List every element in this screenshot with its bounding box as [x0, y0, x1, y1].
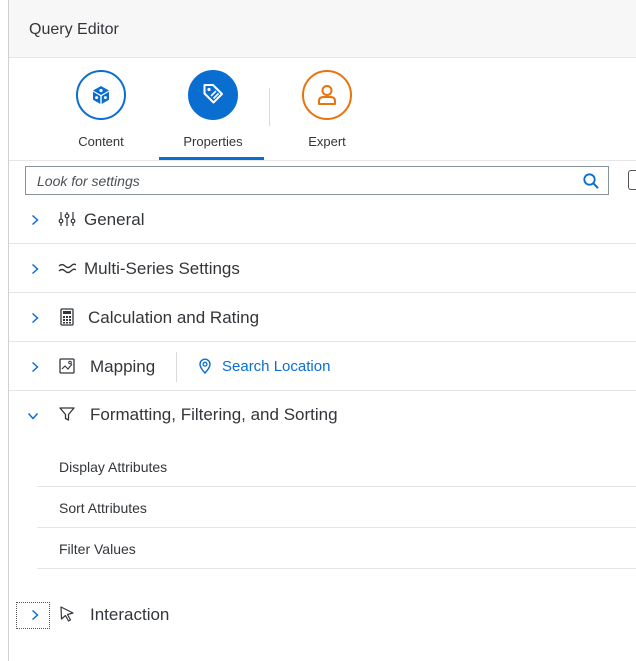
tab-properties-label: Properties — [183, 134, 243, 149]
sort-attributes-label: Sort Attributes — [59, 500, 147, 516]
cube-icon — [76, 70, 126, 120]
mapping-separator — [176, 352, 177, 382]
chevron-right-icon — [31, 263, 39, 275]
section-general-title: General — [84, 210, 145, 229]
subsection-sort-attributes[interactable]: Sort Attributes — [37, 488, 636, 528]
settings-search — [25, 166, 609, 195]
section-interaction[interactable]: Interaction — [9, 591, 636, 639]
search-location-link[interactable]: Search Location — [222, 358, 330, 375]
tab-content-label: Content — [78, 134, 124, 149]
map-icon — [59, 358, 75, 374]
tag-icon — [188, 70, 238, 120]
tab-properties[interactable]: Properties — [161, 70, 265, 149]
chevron-right-icon — [31, 361, 39, 373]
section-formatting[interactable]: Formatting, Filtering, and Sorting — [9, 391, 636, 439]
section-multi-series-title: Multi-Series Settings — [84, 259, 240, 278]
section-interaction-title: Interaction — [90, 605, 170, 624]
chevron-right-icon — [31, 312, 39, 324]
tabs-separator — [9, 160, 636, 161]
subsection-display-attributes[interactable]: Display Attributes — [37, 447, 636, 487]
section-mapping[interactable]: Mapping Search Location — [9, 343, 636, 391]
search-input[interactable] — [27, 168, 567, 193]
chevron-down-icon — [27, 412, 39, 420]
section-formatting-title: Formatting, Filtering, and Sorting — [90, 405, 338, 424]
location-pin-icon — [199, 358, 211, 374]
chevron-right-icon — [31, 609, 39, 621]
section-multi-series[interactable]: Multi-Series Settings — [9, 245, 636, 293]
tab-content[interactable]: Content — [49, 70, 153, 149]
section-mapping-title: Mapping — [90, 357, 156, 376]
page-title: Query Editor — [29, 21, 119, 38]
panel-header: Query Editor — [9, 0, 636, 58]
sliders-icon — [58, 212, 76, 226]
chevron-right-icon — [31, 214, 39, 226]
mode-tabs: Content Properties Expert — [9, 58, 636, 160]
tab-expert-label: Expert — [308, 134, 346, 149]
search-icon[interactable] — [582, 172, 600, 190]
display-attributes-label: Display Attributes — [59, 459, 168, 475]
section-calculation[interactable]: Calculation and Rating — [9, 294, 636, 342]
cursor-icon — [60, 606, 74, 622]
section-general[interactable]: General — [9, 196, 636, 244]
filter-icon — [59, 407, 75, 421]
tab-divider — [269, 88, 270, 126]
calculator-icon — [60, 308, 74, 326]
wave-icon — [58, 263, 76, 274]
filter-values-label: Filter Values — [59, 541, 136, 557]
truncated-checkbox[interactable] — [628, 170, 636, 190]
tab-expert[interactable]: Expert — [275, 70, 379, 149]
subsection-filter-values[interactable]: Filter Values — [37, 529, 636, 569]
person-icon — [302, 70, 352, 120]
section-calculation-title: Calculation and Rating — [88, 308, 260, 327]
